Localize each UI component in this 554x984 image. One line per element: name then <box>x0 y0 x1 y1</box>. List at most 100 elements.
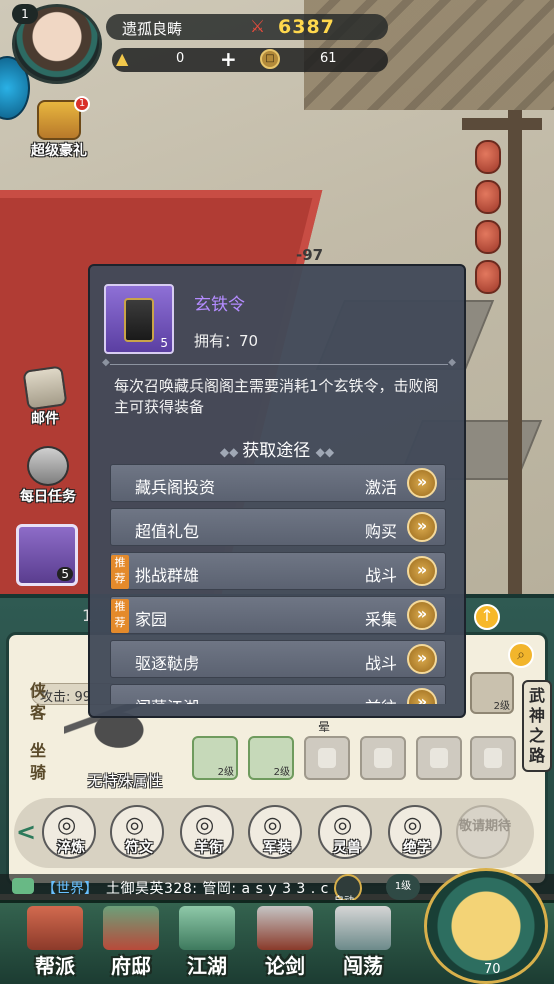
chevron-left-icon[interactable]: < <box>16 818 36 846</box>
wushen-road-button[interactable]: 武神之路 <box>522 680 552 772</box>
nav-label: 帮派 <box>35 954 75 978</box>
search-icon[interactable]: ⌕ <box>508 642 534 668</box>
source-row[interactable]: 超值礼包 购买 » <box>110 508 446 546</box>
source-name: 藏兵阁投资 <box>135 478 216 497</box>
nav-guild[interactable]: 帮派 <box>18 906 92 978</box>
source-name: 家园 <box>135 610 168 629</box>
diamond-deco-icon: ◆◆ <box>315 445 335 459</box>
nav-duel[interactable]: 论剑 <box>248 906 322 978</box>
mail-button[interactable]: 邮件 <box>16 365 74 428</box>
go-arrow-icon[interactable]: » <box>407 688 437 704</box>
skill-label: 符文 <box>125 840 153 856</box>
skill-icon: ◎ <box>57 813 77 838</box>
chat-message: 土御昊英328: 管岡: a s y 3 3 . c . . <box>106 881 349 897</box>
go-arrow-icon[interactable]: » <box>407 468 437 498</box>
level-filter-button[interactable]: 1级 <box>386 874 420 900</box>
equipment-slot-locked[interactable] <box>360 736 406 780</box>
skill-icon: ◎ <box>195 813 215 838</box>
slot-level: 2级 <box>273 767 290 778</box>
source-row[interactable]: 推荐 家园 采集 » <box>110 596 446 634</box>
skill-icon: ◎ <box>403 813 423 838</box>
coin-value: 61 <box>320 51 337 66</box>
equipment-slot-weapon[interactable]: 2级 <box>470 672 514 714</box>
skill-label: 军装 <box>263 840 291 856</box>
skill-icon: ◎ <box>125 813 145 838</box>
lock-icon <box>430 748 448 768</box>
chat-channel: 【世界】 <box>42 881 98 897</box>
item-count: 5 <box>57 567 73 581</box>
daily-task-label: 每日任务 <box>20 489 76 505</box>
skill-lingshou[interactable]: ◎ 灵兽 <box>318 805 372 859</box>
daily-task-button[interactable]: 每日任务 <box>10 446 86 506</box>
add-gold-button[interactable]: + <box>220 49 237 69</box>
mountain-icon <box>179 906 235 950</box>
source-row[interactable]: 驱逐鞑虏 战斗 » <box>110 640 446 678</box>
equipment-slot-locked[interactable] <box>304 736 350 780</box>
nav-label: 论剑 <box>265 954 305 978</box>
divider <box>102 357 456 368</box>
nav-adventure[interactable]: 闯荡 <box>326 906 400 978</box>
skill-icon: ◎ <box>333 813 353 838</box>
diamond-deco-icon: ◆◆ <box>219 445 243 459</box>
lantern <box>475 140 501 174</box>
equipment-slot-locked[interactable] <box>470 736 516 780</box>
combat-power: 6387 <box>278 16 335 38</box>
recommend-tag: 推荐 <box>111 555 129 589</box>
lantern <box>475 220 501 254</box>
source-action: 采集 <box>364 610 397 629</box>
go-arrow-icon[interactable]: » <box>407 600 437 630</box>
go-arrow-icon[interactable]: » <box>407 512 437 542</box>
upgrade-arrow-icon[interactable]: ↑ <box>474 604 500 630</box>
equipment-slot-locked[interactable] <box>416 736 462 780</box>
super-gift-label: 超级豪礼 <box>31 143 87 159</box>
source-row[interactable]: 闯荡江湖 前往 » <box>110 684 446 704</box>
skill-juexue[interactable]: ◎ 绝学 <box>388 805 442 859</box>
chat-bubble-icon[interactable] <box>12 878 34 894</box>
nav-label: 江湖 <box>187 954 227 978</box>
source-name: 超值礼包 <box>135 522 200 541</box>
adventure-icon <box>335 906 391 950</box>
skill-junzhuang[interactable]: ◎ 军装 <box>248 805 302 859</box>
go-arrow-icon[interactable]: » <box>407 644 437 674</box>
skill-yangxian[interactable]: ◎ 羊衔 <box>180 805 234 859</box>
source-list: 藏兵阁投资 激活 » 超值礼包 购买 » 推荐 挑战群雄 战斗 » 推荐 家园 … <box>110 464 446 704</box>
mansion-icon <box>103 906 159 950</box>
skill-label: 羊衔 <box>195 840 223 856</box>
crossed-swords-icon <box>257 906 313 950</box>
item-icon-frame: 5 <box>104 284 174 354</box>
slot-level: 2级 <box>493 701 510 712</box>
gold-ingot-icon: ▲ <box>116 49 129 68</box>
no-special-attribute: 无特殊属性 <box>87 772 163 790</box>
lock-icon <box>374 748 392 768</box>
equipment-slot-necklace[interactable]: 2级 <box>248 736 294 780</box>
nav-label: 府邸 <box>111 954 151 978</box>
mail-label: 邮件 <box>31 411 59 427</box>
source-action: 战斗 <box>364 654 397 673</box>
go-arrow-icon[interactable]: » <box>407 556 437 586</box>
resource-bar: ▲ 0 + □ 61 <box>112 48 388 72</box>
skill-fuwen[interactable]: ◎ 符文 <box>110 805 164 859</box>
equipment-slot-ring[interactable]: 2级 <box>192 736 238 780</box>
item-description: 每次召唤藏兵阁阁主需要消耗1个玄铁令，击败阁主可获得装备 <box>114 377 439 416</box>
scroll-mail-icon <box>22 365 68 411</box>
skill-cuilian[interactable]: ◎ 淬炼 <box>42 805 96 859</box>
iron-token-icon <box>124 298 154 342</box>
source-action: 激活 <box>364 478 397 497</box>
source-row[interactable]: 藏兵阁投资 激活 » <box>110 464 446 502</box>
skill-label: 淬炼 <box>57 840 85 856</box>
source-name: 闯荡江湖 <box>135 694 199 704</box>
lantern <box>475 260 501 294</box>
source-title-text: 获取途径 <box>242 441 311 461</box>
nav-label: 闯荡 <box>343 954 383 978</box>
lock-icon <box>318 748 336 768</box>
source-row[interactable]: 推荐 挑战群雄 战斗 » <box>110 552 446 590</box>
item-owned: 拥有：70 <box>194 332 259 350</box>
coming-soon-label: 敬请期待 <box>458 819 511 834</box>
token-item-slot[interactable]: 5 <box>16 524 78 586</box>
crossed-swords-icon: ⚔ <box>250 17 266 37</box>
item-name: 玄铁令 <box>194 295 245 315</box>
copper-coin-icon: □ <box>260 49 280 69</box>
source-action: 战斗 <box>364 566 397 585</box>
nav-jianghu[interactable]: 江湖 <box>170 906 244 978</box>
nav-mansion[interactable]: 府邸 <box>94 906 168 978</box>
